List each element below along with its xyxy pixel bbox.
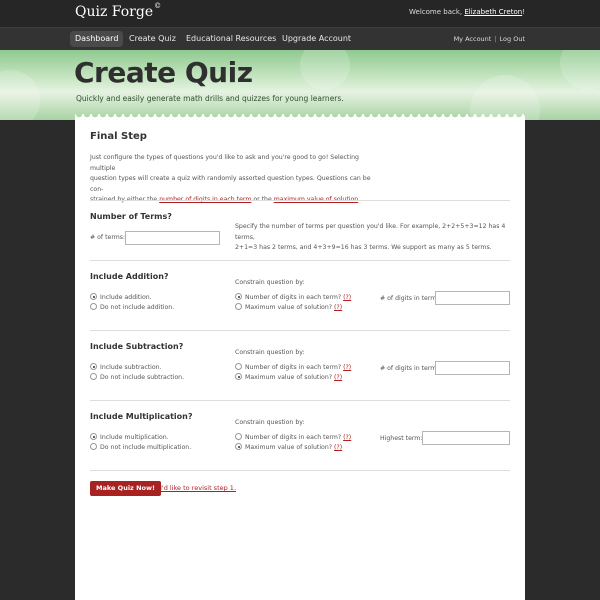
radio-label: Include subtraction. — [100, 364, 162, 371]
nav-educational-resources[interactable]: Educational Resources — [181, 31, 281, 47]
terms-input[interactable] — [125, 231, 220, 245]
radio-label: Number of digits in each term? — [245, 434, 342, 441]
intro-line-1: Just configure the types of questions yo… — [90, 154, 359, 172]
final-step-intro: Just configure the types of questions yo… — [90, 153, 380, 206]
divider — [90, 200, 510, 201]
multiplication-exclude-radio[interactable]: Do not include multiplication. — [90, 443, 191, 452]
intro-line-2: question types will create a quiz with r… — [90, 175, 371, 193]
addition-exclude-radio[interactable]: Do not include addition. — [90, 303, 174, 312]
make-quiz-button[interactable]: Make Quiz Now! — [90, 481, 161, 496]
radio-label: Maximum value of solution? — [245, 444, 333, 451]
highest-term-label: Highest term: — [380, 435, 423, 442]
addition-digits-input[interactable] — [435, 291, 510, 305]
top-bar: Quiz Forge© Welcome back, Elizabeth Cret… — [0, 0, 600, 27]
subtraction-exclude-radio[interactable]: Do not include subtraction. — [90, 373, 184, 382]
addition-digits-label: # of digits in term: — [380, 295, 439, 302]
page-banner: Create Quiz Quickly and easily generate … — [0, 50, 600, 120]
radio-label: Do not include multiplication. — [100, 444, 192, 451]
user-name-link[interactable]: Elizabeth Creton — [464, 8, 522, 16]
radio-label: Do not include addition. — [100, 304, 175, 311]
radio-label: Include addition. — [100, 294, 152, 301]
help-link[interactable]: (?) — [334, 374, 342, 381]
help-link[interactable]: (?) — [343, 294, 351, 301]
welcome-message: Welcome back, Elizabeth Creton! — [409, 8, 525, 16]
card-torn-edge — [75, 114, 525, 120]
nav-dashboard[interactable]: Dashboard — [70, 31, 124, 47]
terms-help: Specify the number of terms per question… — [235, 222, 510, 254]
addition-constrain-label: Constrain question by: — [235, 279, 305, 286]
banner-bubble — [0, 70, 40, 120]
multiplication-max-radio[interactable]: Maximum value of solution? (?) — [235, 443, 342, 452]
final-step-heading: Final Step — [90, 131, 147, 142]
radio-empty-icon — [90, 303, 97, 310]
radio-label: Include multiplication. — [100, 434, 169, 441]
quiz-form-card: Final Step Just configure the types of q… — [75, 114, 525, 600]
logo-text: Quiz Forge — [75, 4, 154, 20]
nav-separator: | — [494, 35, 497, 43]
terms-help-line-2: 2+1=3 has 2 terms, and 4+3+9=16 has 3 te… — [235, 244, 492, 251]
highest-term-input[interactable] — [422, 431, 510, 445]
revisit-step-1-link[interactable]: I'd like to revisit step 1. — [160, 484, 236, 492]
logo-mark: © — [154, 2, 162, 11]
help-link[interactable]: (?) — [343, 434, 351, 441]
multiplication-heading: Include Multiplication? — [90, 412, 193, 421]
radio-selected-icon — [90, 433, 97, 440]
radio-selected-icon — [90, 293, 97, 300]
addition-digits-radio[interactable]: Number of digits in each term? (?) — [235, 293, 351, 302]
subtraction-digits-input[interactable] — [435, 361, 510, 375]
logo[interactable]: Quiz Forge© — [75, 2, 162, 20]
radio-empty-icon — [235, 433, 242, 440]
banner-bubble — [560, 50, 600, 90]
page-title: Create Quiz — [74, 56, 253, 89]
multiplication-include-radio[interactable]: Include multiplication. — [90, 433, 169, 442]
subtraction-digits-radio[interactable]: Number of digits in each term? (?) — [235, 363, 351, 372]
radio-empty-icon — [90, 373, 97, 380]
terms-help-line-1: Specify the number of terms per question… — [235, 223, 506, 241]
terms-label: # of terms: — [90, 234, 126, 241]
radio-empty-icon — [235, 303, 242, 310]
addition-heading: Include Addition? — [90, 272, 169, 281]
multiplication-constrain-label: Constrain question by: — [235, 419, 305, 426]
radio-selected-icon — [235, 293, 242, 300]
subtraction-include-radio[interactable]: Include subtraction. — [90, 363, 162, 372]
log-out-link[interactable]: Log Out — [500, 35, 525, 43]
welcome-suffix: ! — [522, 8, 525, 16]
addition-include-radio[interactable]: Include addition. — [90, 293, 152, 302]
multiplication-digits-radio[interactable]: Number of digits in each term? (?) — [235, 433, 351, 442]
main-nav: Dashboard Create Quiz Educational Resour… — [0, 27, 600, 50]
subtraction-digits-label: # of digits in term: — [380, 365, 439, 372]
help-link[interactable]: (?) — [343, 364, 351, 371]
radio-empty-icon — [90, 443, 97, 450]
subtraction-max-radio[interactable]: Maximum value of solution? (?) — [235, 373, 342, 382]
radio-label: Do not include subtraction. — [100, 374, 185, 381]
radio-label: Maximum value of solution? — [245, 304, 333, 311]
divider — [90, 400, 510, 401]
terms-heading: Number of Terms? — [90, 212, 172, 221]
radio-selected-icon — [90, 363, 97, 370]
radio-label: Number of digits in each term? — [245, 364, 342, 371]
divider — [90, 470, 510, 471]
radio-label: Number of digits in each term? — [245, 294, 342, 301]
radio-empty-icon — [235, 363, 242, 370]
nav-upgrade-account[interactable]: Upgrade Account — [277, 31, 356, 47]
account-links: My Account | Log Out — [454, 35, 525, 43]
page-subtitle: Quickly and easily generate math drills … — [76, 94, 344, 103]
radio-selected-icon — [235, 443, 242, 450]
help-link[interactable]: (?) — [334, 304, 342, 311]
welcome-prefix: Welcome back, — [409, 8, 463, 16]
radio-label: Maximum value of solution? — [245, 374, 333, 381]
radio-selected-icon — [235, 373, 242, 380]
subtraction-constrain-label: Constrain question by: — [235, 349, 305, 356]
divider — [90, 260, 510, 261]
divider — [90, 330, 510, 331]
subtraction-heading: Include Subtraction? — [90, 342, 184, 351]
my-account-link[interactable]: My Account — [454, 35, 492, 43]
banner-bubble — [300, 50, 350, 90]
nav-create-quiz[interactable]: Create Quiz — [124, 31, 181, 47]
addition-max-radio[interactable]: Maximum value of solution? (?) — [235, 303, 342, 312]
help-link[interactable]: (?) — [334, 444, 342, 451]
